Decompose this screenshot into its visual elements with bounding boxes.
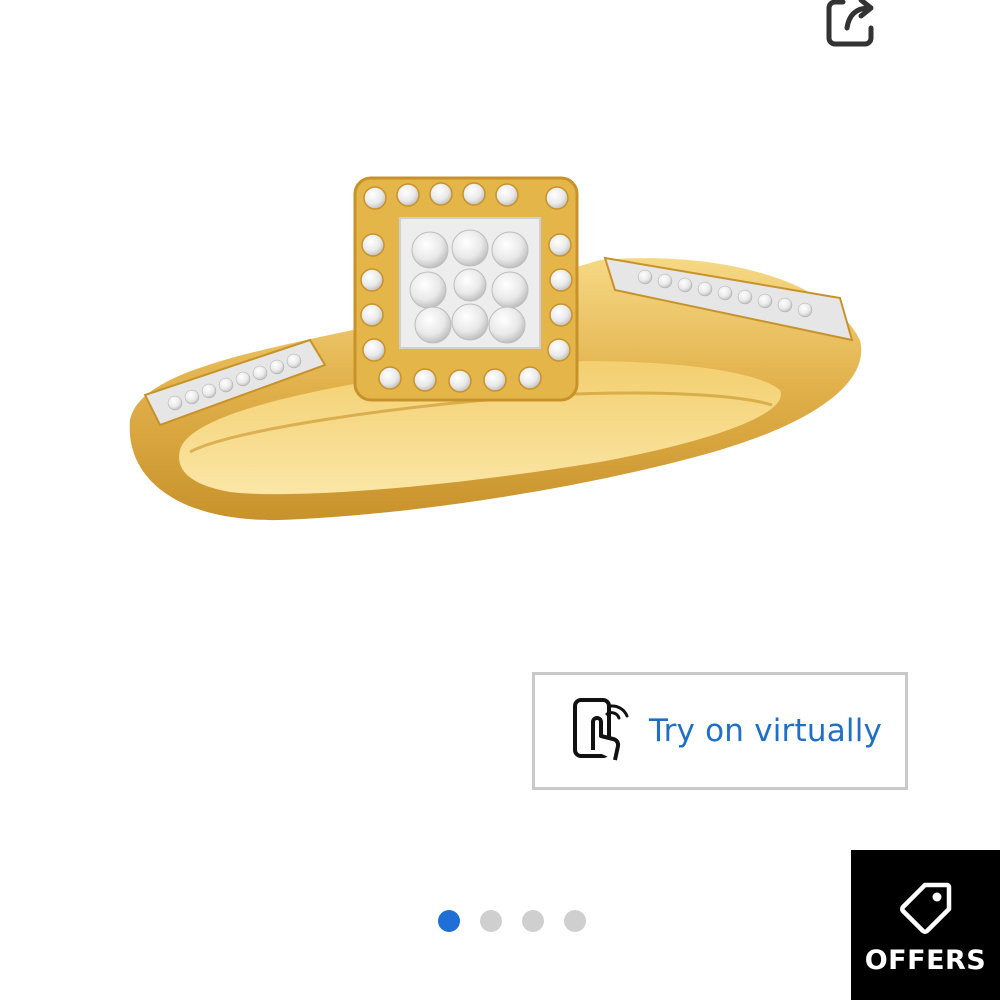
share-button[interactable] [818,0,884,50]
share-icon [826,0,874,47]
offers-button[interactable]: OFFERS [851,850,1000,1000]
tag-icon [899,882,951,934]
carousel-dot-1[interactable] [438,910,460,932]
image-carousel-indicator [438,910,586,932]
phone-touch-icon [573,698,629,761]
carousel-dot-3[interactable] [522,910,544,932]
carousel-dot-2[interactable] [480,910,502,932]
try-on-virtually-label: Try on virtually [649,713,883,749]
try-on-virtually-button[interactable]: Try on virtually [532,672,908,790]
product-image-ring[interactable] [100,150,900,550]
carousel-dot-4[interactable] [564,910,586,932]
offers-label: OFFERS [864,944,987,976]
